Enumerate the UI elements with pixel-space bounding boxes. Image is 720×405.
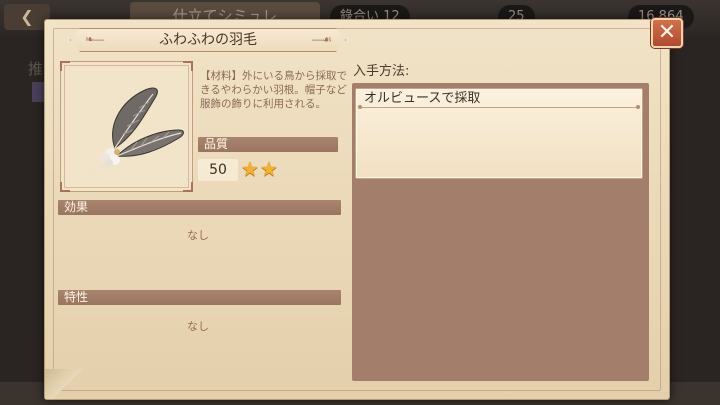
close-button[interactable]: ✕: [651, 18, 683, 48]
effect-header: 効果: [58, 200, 341, 215]
acquisition-method-label: オルビュースで採取: [364, 91, 481, 106]
item-description: 【材料】外にいる鳥から採取できるやわらかい羽根。帽子など服飾の飾りに利用される。: [200, 70, 347, 110]
divider: [358, 105, 640, 109]
trait-header: 特性: [58, 290, 341, 305]
background-left-tab: 推: [28, 60, 44, 78]
trait-value: なし: [187, 320, 209, 333]
item-name: ふわふわの羽毛: [159, 32, 257, 48]
effect-value: なし: [187, 229, 209, 242]
feather-icon: [90, 87, 184, 173]
close-icon: ✕: [657, 20, 677, 45]
star-icon: ★: [260, 157, 278, 181]
star-icon: ★: [241, 157, 259, 181]
page-curl-decoration: [45, 369, 83, 399]
quality-header: 品質: [198, 137, 338, 152]
item-image-frame: [60, 61, 193, 192]
acquisition-label: 入手方法:: [353, 64, 410, 79]
quality-value: 50: [198, 159, 238, 181]
item-title-ribbon: ❧― ―☙ ふわふわの羽毛: [70, 28, 346, 52]
acquisition-method-item[interactable]: オルビュースで採取: [355, 88, 643, 179]
